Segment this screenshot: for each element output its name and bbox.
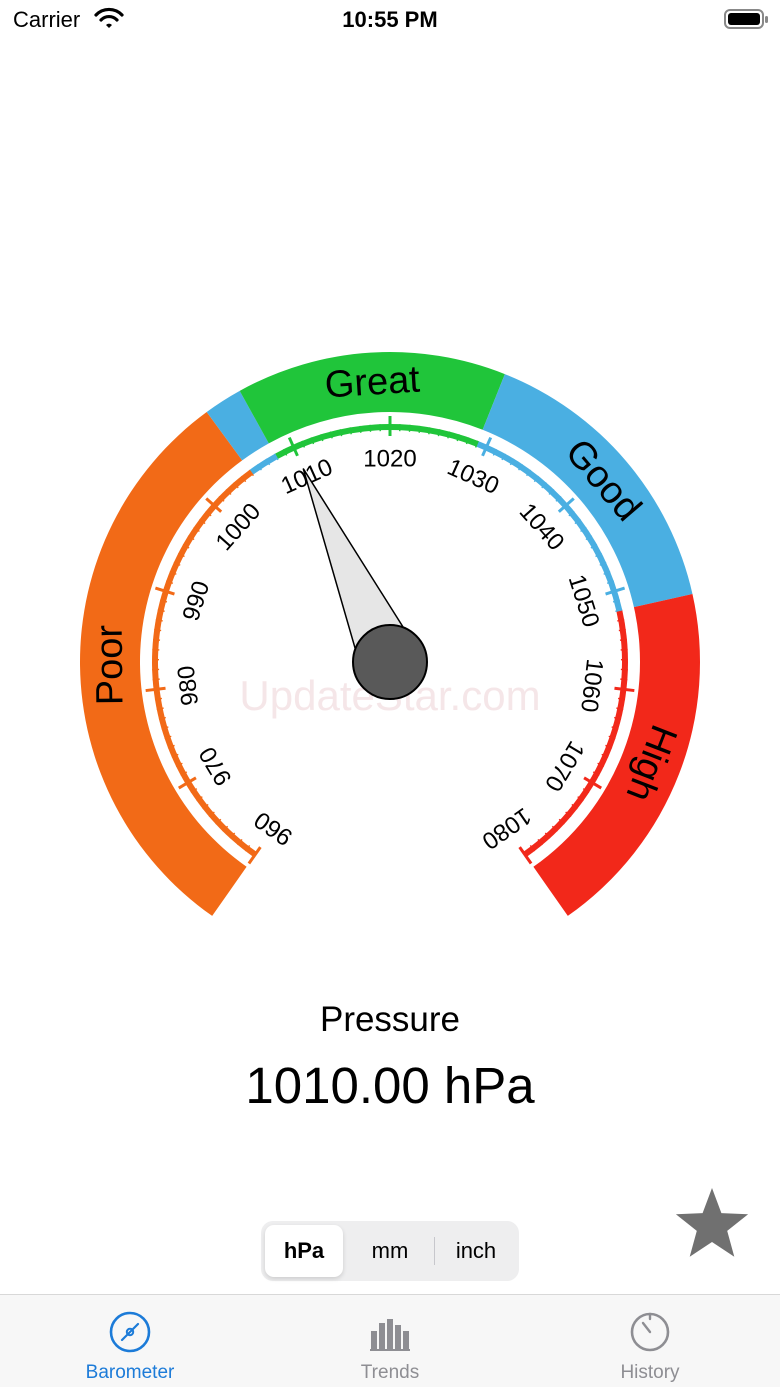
tab-history-label: History (620, 1362, 680, 1383)
zone-label-great: Great (324, 359, 422, 407)
tab-trends[interactable]: Trends (260, 1295, 520, 1387)
tick-label: 990 (177, 578, 215, 624)
tick-label: 1070 (539, 736, 590, 796)
gauge-graphic: UpdateStar.com PoorGreatGoodHigh 9609709… (80, 352, 700, 916)
compass-icon (109, 1311, 151, 1353)
scale-band-1 (249, 453, 278, 475)
major-tick (614, 686, 635, 693)
minor-tick (154, 628, 162, 632)
minor-tick (408, 424, 411, 432)
zone-label-poor: Poor (89, 624, 132, 705)
tab-trends-label: Trends (360, 1362, 420, 1383)
barometer-gauge: UpdateStar.com PoorGreatGoodHigh 9609709… (0, 340, 780, 940)
unit-segmented-control[interactable]: hPa mm inch (261, 1221, 519, 1281)
unit-mm-segment[interactable]: mm (347, 1225, 433, 1277)
tab-barometer-label: Barometer (85, 1362, 175, 1383)
tick-label: 1050 (563, 571, 605, 630)
minor-tick (152, 678, 160, 681)
unit-inch-segment[interactable]: inch (437, 1225, 515, 1277)
pressure-value: 1010.00 hPa (245, 1057, 535, 1114)
minor-tick (152, 638, 161, 641)
minor-tick (369, 424, 372, 432)
timer-icon (630, 1312, 670, 1352)
status-bar: Carrier 10:55 PM (0, 0, 780, 40)
tick-label: 1040 (514, 498, 570, 556)
unit-hpa-segment[interactable]: hPa (265, 1225, 343, 1277)
tick-label: 960 (249, 806, 297, 851)
tab-barometer[interactable]: Barometer (0, 1295, 260, 1387)
tick-label: 1060 (575, 657, 608, 713)
minor-tick (619, 638, 628, 641)
minor-tick (620, 678, 628, 681)
bar-chart-icon (370, 1319, 410, 1351)
tick-label: 970 (194, 742, 238, 790)
favorite-button[interactable] (672, 1186, 752, 1266)
tick-label: 1030 (443, 454, 503, 500)
tick-label: 1020 (363, 446, 416, 473)
minor-tick (618, 628, 626, 632)
tick-label: 1080 (477, 802, 536, 855)
star-icon (675, 1188, 749, 1257)
minor-tick (359, 425, 362, 433)
pressure-label: Pressure (319, 1000, 461, 1039)
needle-hub (352, 624, 428, 700)
status-time: 10:55 PM (342, 7, 438, 32)
tick-label: 1000 (211, 498, 267, 556)
battery-icon (724, 9, 768, 29)
segment-divider (434, 1237, 435, 1265)
gauge-needle (302, 468, 428, 700)
tab-bar: Barometer Trends History (0, 1294, 780, 1387)
minor-tick (418, 425, 421, 433)
tick-label: 980 (173, 664, 204, 707)
tab-history[interactable]: History (520, 1295, 780, 1387)
major-tick (145, 686, 166, 693)
